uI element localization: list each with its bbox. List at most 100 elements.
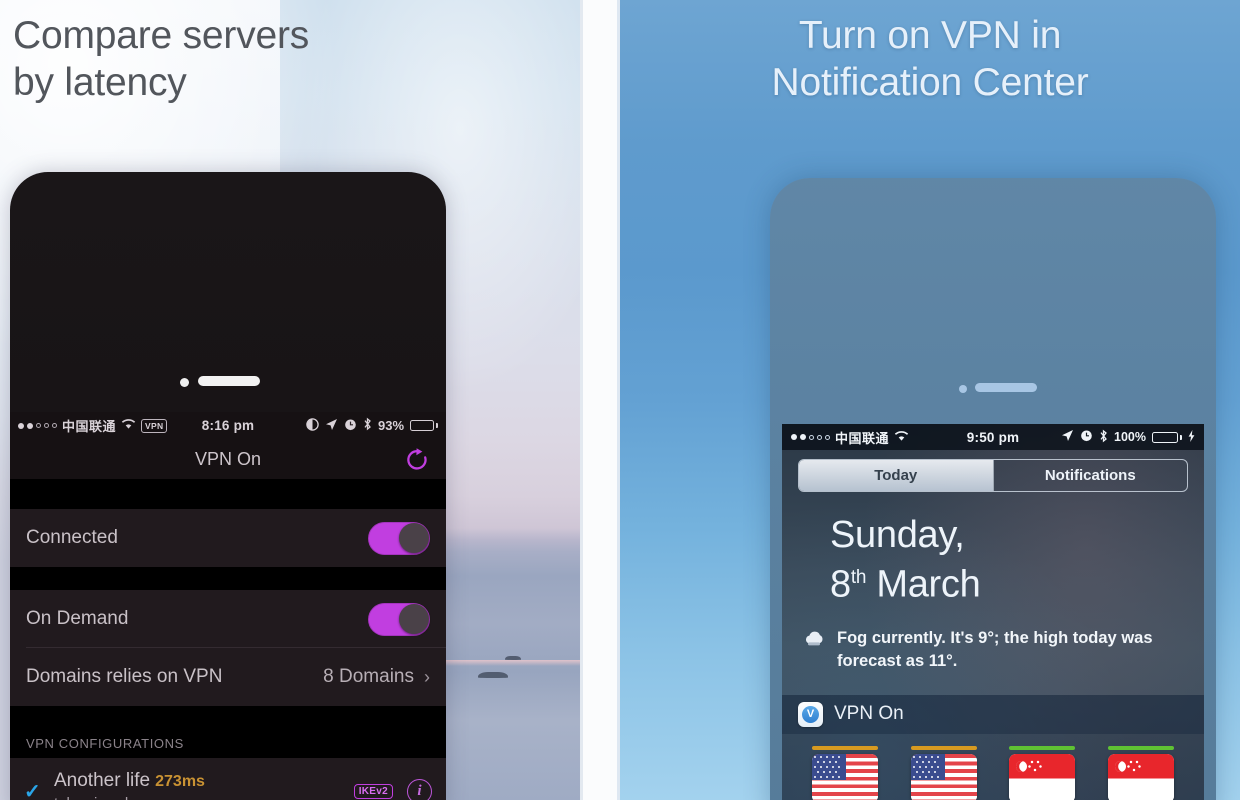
- date-month: March: [876, 563, 981, 606]
- vpn-server-row-1: Arizona San Jose: [782, 745, 1204, 800]
- section-gap: [10, 479, 446, 509]
- section-gap: [10, 567, 446, 590]
- page-title: VPN On: [194, 448, 262, 469]
- date-weekday: Sunday,: [830, 514, 965, 556]
- left-navbar: VPN On: [10, 439, 446, 479]
- weather-summary: Fog currently. It's 9°; the high today w…: [782, 607, 1204, 673]
- notification-center-screen: 中国联通 9:50 pm 100% Today Notifications Su…: [782, 424, 1204, 800]
- left-headline: Compare servers by latency: [13, 12, 433, 106]
- latency-bar: [812, 745, 879, 750]
- connected-toggle[interactable]: [368, 521, 430, 555]
- vpn-server-tile-singapore[interactable]: Singapore: [993, 745, 1092, 800]
- chevron-right-icon: ›: [424, 666, 430, 687]
- on-demand-toggle[interactable]: [368, 602, 430, 636]
- moon-icon: [306, 417, 319, 434]
- latency-bar: [910, 745, 977, 750]
- boat-shape: [478, 672, 508, 678]
- right-status-bar: 中国联通 9:50 pm 100%: [782, 424, 1204, 450]
- earpiece-speaker: [198, 376, 260, 386]
- row-value: 8 Domains: [323, 666, 414, 687]
- cloud-icon: [802, 627, 826, 673]
- singapore-flag-icon: [1107, 753, 1174, 800]
- latency-bar: [1009, 745, 1076, 750]
- date-day-suffix: th: [850, 567, 867, 588]
- alarm-clock-icon: [344, 418, 357, 434]
- battery-icon: [410, 420, 439, 431]
- lightning-bolt-icon: [1188, 429, 1195, 445]
- vpn-server-tile-singapore2[interactable]: Singapore2: [1092, 745, 1191, 800]
- info-icon[interactable]: i: [407, 778, 432, 800]
- tab-notifications[interactable]: Notifications: [992, 460, 1188, 491]
- server-latency: 273ms: [155, 772, 205, 790]
- vpn-widget-header[interactable]: V VPN On: [782, 694, 1204, 734]
- server-info: Another life273ms tokyo.ios.sh: [50, 769, 354, 800]
- right-promo-panel: Turn on VPN in Notification Center 中国联通: [620, 0, 1240, 800]
- vpn-app-icon: V: [798, 701, 823, 727]
- us-flag-icon: [812, 753, 879, 800]
- us-flag-icon: [910, 753, 977, 800]
- left-headline-line1: Compare servers: [13, 14, 310, 57]
- server-actions: IKEv2 i: [353, 778, 432, 800]
- signal-strength-icon: [18, 422, 57, 429]
- front-camera-icon: [180, 378, 189, 387]
- server-name: Another life: [54, 769, 151, 791]
- server-row[interactable]: ✓ Another life273ms tokyo.ios.sh IKEv2 i: [10, 758, 446, 800]
- alarm-clock-icon: [1080, 429, 1093, 445]
- server-title: Another life 273ms: [54, 769, 354, 794]
- status-bar-time: 9:50 pm: [966, 429, 1020, 445]
- battery-icon: [1152, 431, 1183, 443]
- vpn-server-tile-arizona[interactable]: Arizona: [796, 745, 895, 800]
- today-date: Sunday, 8th March: [782, 492, 1204, 607]
- right-headline-line2: Notification Center: [771, 61, 1089, 104]
- vpn-server-tile-san-jose[interactable]: San Jose: [895, 745, 994, 800]
- latency-bar: [1107, 745, 1174, 750]
- section-header-vpn-configurations: VPN CONFIGURATIONS: [10, 722, 446, 758]
- right-phone-device: 中国联通 9:50 pm 100% Today Notifications Su…: [770, 178, 1216, 800]
- row-on-demand[interactable]: On Demand: [10, 590, 446, 648]
- weather-text: Fog currently. It's 9°; the high today w…: [837, 628, 1153, 670]
- refresh-icon[interactable]: [404, 447, 430, 473]
- left-promo-panel: Compare servers by latency 中国联通 VPN 8:16…: [0, 0, 580, 800]
- right-headline-line1: Turn on VPN in: [798, 14, 1062, 57]
- left-phone-screen: 中国联通 VPN 8:16 pm 93% VPN On Connected On…: [10, 412, 446, 800]
- row-label: Domains relies on VPN: [26, 666, 223, 687]
- notification-center-tabs: Today Notifications: [798, 459, 1188, 492]
- row-connected[interactable]: Connected: [10, 509, 446, 567]
- selected-check-icon: ✓: [24, 780, 41, 800]
- toggle-knob: [398, 523, 429, 553]
- carrier-label: 中国联通: [62, 419, 117, 434]
- battery-percent-label: 100%: [1114, 430, 1147, 444]
- vpn-status-badge: VPN: [141, 418, 168, 433]
- wifi-icon: [121, 418, 136, 433]
- panel-divider: [580, 0, 620, 800]
- row-domains-relies-on-vpn[interactable]: Domains relies on VPN 8 Domains ›: [10, 648, 446, 706]
- bluetooth-icon: [1099, 429, 1108, 446]
- carrier-label: 中国联通: [835, 430, 890, 446]
- screenshot-stage: Compare servers by latency 中国联通 VPN 8:16…: [0, 0, 1240, 800]
- vpn-widget-title: VPN On: [834, 703, 904, 725]
- vpn-widget-body: Arizona San Jose: [782, 733, 1204, 800]
- row-label: Connected: [26, 527, 118, 548]
- date-day-month: 8th March: [830, 556, 1204, 607]
- signal-strength-icon: [791, 434, 830, 440]
- boat-shape: [505, 656, 521, 660]
- protocol-badge: IKEv2: [353, 783, 393, 799]
- battery-percent-label: 93%: [377, 418, 405, 433]
- status-bar-time: 8:16 pm: [201, 418, 255, 433]
- server-host: tokyo.ios.sh: [54, 794, 354, 800]
- singapore-flag-icon: [1009, 753, 1076, 800]
- tab-today[interactable]: Today: [799, 460, 993, 491]
- location-arrow-icon: [325, 418, 338, 434]
- date-day: 8: [830, 563, 851, 606]
- section-gap: [10, 706, 446, 722]
- left-headline-line2: by latency: [13, 61, 187, 104]
- location-arrow-icon: [1061, 429, 1074, 445]
- row-label: On Demand: [26, 608, 129, 629]
- front-camera-icon: [959, 385, 967, 393]
- left-status-bar: 中国联通 VPN 8:16 pm 93%: [10, 412, 446, 439]
- bluetooth-icon: [363, 417, 372, 434]
- wifi-icon: [894, 430, 909, 445]
- toggle-knob: [398, 604, 429, 634]
- right-headline: Turn on VPN in Notification Center: [620, 12, 1240, 106]
- left-phone-device: 中国联通 VPN 8:16 pm 93% VPN On Connected On…: [10, 172, 446, 800]
